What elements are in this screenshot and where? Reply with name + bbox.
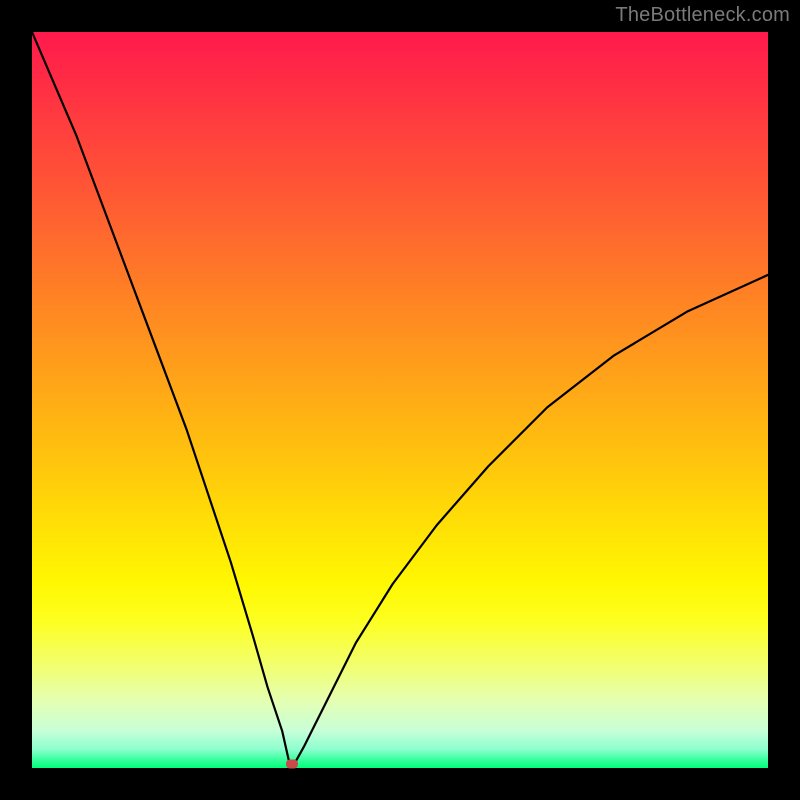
chart-frame: TheBottleneck.com [0, 0, 800, 800]
plot-area [32, 32, 768, 768]
bottleneck-curve [32, 32, 768, 766]
watermark-text: TheBottleneck.com [615, 4, 790, 27]
curve-svg [32, 32, 768, 768]
optimal-point-marker [286, 760, 298, 769]
